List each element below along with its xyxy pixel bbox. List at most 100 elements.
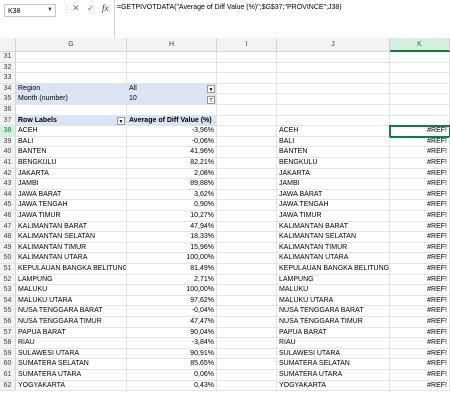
pivot-row-label[interactable]: JAMBI	[16, 179, 127, 190]
row-header[interactable]: 48	[0, 232, 16, 243]
result-cell[interactable]: #REF!	[390, 380, 450, 392]
cell-grid[interactable]: Region All ▼ Month (number) 10 ꓔ Row Labels ▼ Av…	[16, 52, 450, 408]
row-header[interactable]: 62	[0, 380, 16, 392]
pivot-row-label[interactable]: NUSA TENGGARA TIMUR	[16, 317, 127, 328]
row-header[interactable]: 39	[0, 136, 16, 148]
pivot-value[interactable]: -3,84%	[127, 338, 217, 349]
cell[interactable]	[217, 242, 277, 254]
pivot-value[interactable]: 100,00%	[127, 285, 217, 296]
cell[interactable]	[217, 200, 277, 211]
cell[interactable]	[217, 264, 277, 275]
pivot-filter-value[interactable]: All	[127, 83, 217, 95]
result-cell[interactable]: #REF!	[390, 232, 450, 243]
result-cell[interactable]: #REF!	[390, 264, 450, 275]
result-cell[interactable]: #REF!	[390, 242, 450, 254]
pivot-row-label[interactable]: BALI	[16, 136, 127, 148]
row-header[interactable]: 52	[0, 274, 16, 286]
cell[interactable]	[217, 359, 277, 370]
cell[interactable]	[217, 348, 277, 360]
pivot-row-label[interactable]: ACEH	[16, 126, 127, 137]
result-cell[interactable]: #REF!	[390, 317, 450, 328]
cell[interactable]	[217, 306, 277, 317]
cell[interactable]	[16, 73, 127, 84]
pivot-value[interactable]: 3,62%	[127, 189, 217, 201]
cell[interactable]	[217, 370, 277, 381]
cell[interactable]	[127, 73, 217, 84]
pivot-row-label[interactable]: JAWA TENGAH	[16, 200, 127, 211]
lookup-province[interactable]: SUMATERA UTARA	[277, 370, 390, 381]
cell[interactable]	[16, 52, 127, 63]
lookup-province[interactable]: KALIMANTAN TIMUR	[277, 242, 390, 254]
row-header[interactable]: 47	[0, 221, 16, 233]
cell[interactable]	[217, 211, 277, 222]
cell[interactable]	[217, 232, 277, 243]
close-icon[interactable]: ✕	[72, 3, 80, 14]
pivot-value[interactable]: 0,90%	[127, 200, 217, 211]
row-header[interactable]: 50	[0, 253, 16, 264]
lookup-province[interactable]: PAPUA BARAT	[277, 327, 390, 339]
column-header-g[interactable]: G	[16, 38, 127, 52]
row-header[interactable]: 46	[0, 211, 16, 222]
cell[interactable]	[217, 73, 277, 84]
cell[interactable]	[16, 105, 127, 116]
cell[interactable]	[217, 285, 277, 296]
cell[interactable]	[277, 94, 390, 105]
cell[interactable]	[217, 274, 277, 286]
cell[interactable]	[277, 83, 390, 95]
result-cell[interactable]: #REF!	[390, 285, 450, 296]
pivot-value[interactable]: 47,94%	[127, 221, 217, 233]
cell[interactable]	[127, 105, 217, 116]
pivot-row-label[interactable]: SUMATERA SELATAN	[16, 359, 127, 370]
pivot-value[interactable]: 90,04%	[127, 327, 217, 339]
lookup-province[interactable]: YOGYAKARTA	[277, 380, 390, 392]
result-cell[interactable]: #REF!	[390, 306, 450, 317]
pivot-row-label[interactable]: KALIMANTAN BARAT	[16, 221, 127, 233]
lookup-province[interactable]: JAMBI	[277, 179, 390, 190]
lookup-province[interactable]: KALIMANTAN UTARA	[277, 253, 390, 264]
row-header[interactable]: 34	[0, 83, 16, 95]
lookup-province[interactable]: BALI	[277, 136, 390, 148]
lookup-province[interactable]: RIAU	[277, 338, 390, 349]
result-cell[interactable]: #REF!	[390, 295, 450, 307]
pivot-row-label[interactable]: BANTEN	[16, 147, 127, 158]
result-cell[interactable]: #REF!	[390, 338, 450, 349]
column-header-j[interactable]: J	[277, 38, 390, 52]
row-header[interactable]: 60	[0, 359, 16, 370]
cell[interactable]	[390, 83, 450, 95]
row-header[interactable]: 37	[0, 115, 16, 127]
row-header[interactable]: 36	[0, 105, 16, 116]
row-header[interactable]: 59	[0, 348, 16, 360]
result-cell[interactable]: #REF!	[390, 211, 450, 222]
lookup-province[interactable]: BENGKULU	[277, 158, 390, 169]
pivot-row-label[interactable]: KALIMANTAN SELATAN	[16, 232, 127, 243]
cell[interactable]	[390, 94, 450, 105]
filter-icon[interactable]: ꓔ	[207, 95, 215, 104]
chevron-down-icon[interactable]: ▼	[47, 4, 53, 17]
result-cell[interactable]: #REF!	[390, 158, 450, 169]
cell[interactable]	[390, 62, 450, 74]
column-header-h[interactable]: H	[127, 38, 217, 52]
result-cell[interactable]: #REF!	[390, 200, 450, 211]
cell[interactable]	[217, 253, 277, 264]
cell[interactable]	[217, 83, 277, 95]
chevron-down-icon[interactable]: ▼	[117, 116, 125, 125]
row-header[interactable]: 51	[0, 264, 16, 275]
lookup-province[interactable]: MALUKU	[277, 285, 390, 296]
cell[interactable]	[390, 52, 450, 63]
pivot-row-label[interactable]: KEPULAUAN BANGKA BELITUNG	[16, 264, 127, 275]
row-header[interactable]: 43	[0, 179, 16, 190]
result-cell[interactable]: #REF!	[390, 359, 450, 370]
cell[interactable]	[217, 380, 277, 392]
result-cell[interactable]: #REF!	[390, 274, 450, 286]
pivot-value[interactable]: -0,06%	[127, 136, 217, 148]
lookup-province[interactable]: KEPULAUAN BANGKA BELITUNG	[277, 264, 390, 275]
cell[interactable]	[217, 136, 277, 148]
fx-icon[interactable]: fx	[102, 3, 109, 13]
pivot-value[interactable]: -0,04%	[127, 306, 217, 317]
cell[interactable]	[217, 338, 277, 349]
cell[interactable]	[217, 221, 277, 233]
chevron-down-icon[interactable]: ▼	[207, 85, 215, 94]
row-header[interactable]: 40	[0, 147, 16, 158]
pivot-row-label[interactable]: JAWA TIMUR	[16, 211, 127, 222]
lookup-province[interactable]: JAKARTA	[277, 168, 390, 180]
